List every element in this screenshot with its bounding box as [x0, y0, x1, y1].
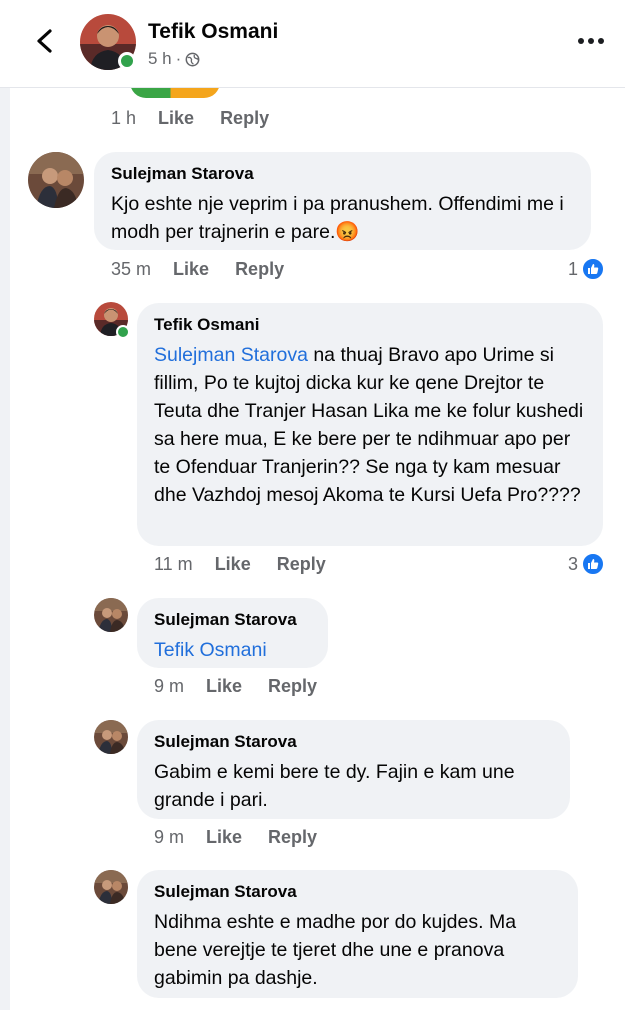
comment-bubble: Sulejman Starova Kjo eshte nje veprim i …	[94, 152, 591, 250]
mention-link[interactable]: Tefik Osmani	[154, 636, 312, 664]
online-status-dot	[118, 52, 136, 70]
comment-bubble: Sulejman Starova Gabim e kemi bere te dy…	[137, 720, 570, 819]
comment-text: Ndihma eshte e madhe por do kujdes. Ma b…	[154, 911, 517, 989]
reply-button[interactable]: Reply	[220, 108, 269, 129]
comment-actions: 35 m Like Reply	[111, 259, 310, 280]
reaction-number: 1	[568, 258, 579, 279]
angry-emoji-icon: 😡	[335, 221, 360, 243]
reply-button[interactable]: Reply	[268, 827, 317, 848]
comment-time[interactable]: 11 m	[154, 554, 193, 575]
reply-button[interactable]: Reply	[268, 676, 317, 697]
online-status-dot	[116, 325, 130, 339]
like-button[interactable]: Like	[158, 108, 194, 129]
comment-time[interactable]: 9 m	[154, 676, 184, 697]
reply-button[interactable]: Reply	[277, 554, 326, 575]
left-rail	[0, 88, 10, 1010]
like-button[interactable]: Like	[206, 676, 242, 697]
thumbs-up-icon	[582, 553, 605, 575]
comment-text: Sulejman Starova na thuaj Bravo apo Urim…	[154, 344, 584, 506]
reaction-count[interactable]: 1	[568, 258, 605, 280]
post-time[interactable]: 5 h	[148, 49, 172, 69]
globe-icon	[185, 52, 200, 67]
comment-actions: 1 h Like Reply	[111, 108, 295, 129]
like-button[interactable]: Like	[206, 827, 242, 848]
avatar[interactable]	[94, 720, 128, 754]
thumbs-up-icon	[582, 258, 605, 280]
comment-time[interactable]: 9 m	[154, 827, 184, 848]
comment-author[interactable]: Sulejman Starova	[111, 164, 575, 184]
reply-button[interactable]: Reply	[235, 259, 284, 280]
more-horizontal-icon[interactable]	[578, 38, 606, 48]
avatar[interactable]	[94, 870, 128, 904]
avatar[interactable]	[28, 152, 84, 208]
like-button[interactable]: Like	[215, 554, 251, 575]
comment-actions: 9 m Like Reply	[154, 827, 343, 848]
separator-dot: ·	[175, 49, 182, 68]
comment-author[interactable]: Sulejman Starova	[154, 882, 562, 902]
comment-time[interactable]: 1 h	[111, 108, 136, 129]
mention-link[interactable]: Sulejman Starova	[154, 344, 308, 366]
comment-bubble: Sulejman Starova Ndihma eshte e madhe po…	[137, 870, 578, 998]
post-meta: 5 h ·	[148, 49, 200, 69]
comment-text: Kjo eshte nje veprim i pa pranushem. Off…	[111, 193, 564, 243]
like-button[interactable]: Like	[173, 259, 209, 280]
comment-actions: 11 m Like Reply	[154, 554, 352, 575]
comment-actions: 9 m Like Reply	[154, 676, 343, 697]
chevron-left-icon[interactable]	[30, 26, 60, 56]
comment-bubble: Sulejman Starova Tefik Osmani	[137, 598, 328, 668]
comment-author[interactable]: Tefik Osmani	[154, 315, 587, 335]
comment-author[interactable]: Sulejman Starova	[154, 732, 554, 752]
comment-author[interactable]: Sulejman Starova	[154, 610, 312, 630]
comment-time[interactable]: 35 m	[111, 259, 151, 280]
comment-text: Gabim e kemi bere te dy. Fajin e kam une…	[154, 761, 515, 811]
post-header: Tefik Osmani 5 h ·	[0, 0, 625, 88]
author-name[interactable]: Tefik Osmani	[148, 20, 278, 44]
reaction-number: 3	[568, 553, 579, 574]
comment-bubble: Tefik Osmani Sulejman Starova na thuaj B…	[137, 303, 603, 546]
avatar[interactable]	[94, 598, 128, 632]
reaction-count[interactable]: 3	[568, 553, 605, 575]
